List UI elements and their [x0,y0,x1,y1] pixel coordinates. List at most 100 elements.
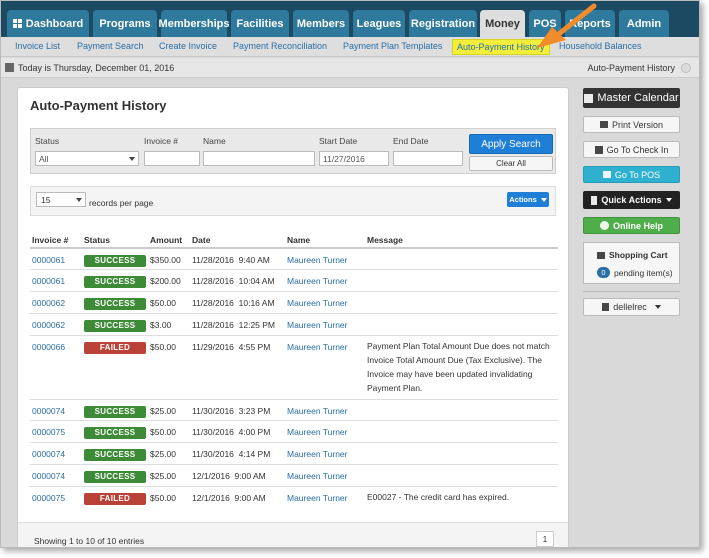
member-link[interactable]: Maureen Turner [287,255,347,265]
collapse-icon[interactable] [681,63,691,73]
go-to-pos-button[interactable]: Go To POS [583,166,680,183]
message-cell: Payment Plan Total Amount Due does not m… [365,334,558,400]
col-name[interactable]: Name [285,232,365,249]
name-input[interactable] [203,151,315,166]
status-select[interactable]: All [35,151,139,166]
member-link[interactable]: Maureen Turner [287,320,347,330]
tab-memberships[interactable]: Memberships [159,10,229,37]
start-date-input[interactable]: 11/27/2016 [319,151,389,166]
invoice-link[interactable]: 0000074 [32,406,65,416]
user-menu-button[interactable]: dellelrec [583,298,680,316]
invoice-link[interactable]: 0000075 [32,427,65,437]
status-cell: SUCCESS [82,398,148,421]
status-badge: SUCCESS [84,298,146,311]
tab-members[interactable]: Members [293,10,349,37]
message-text: Payment Plan Total Amount Due does not m… [367,340,550,393]
tab-leagues[interactable]: Leagues [353,10,405,37]
member-link[interactable]: Maureen Turner [287,471,347,481]
end-date-input[interactable] [393,151,463,166]
invoice-link[interactable]: 0000061 [32,255,65,265]
date-bar: Today is Thursday, December 01, 2016 Aut… [1,58,699,78]
check-in-button[interactable]: Go To Check In [583,141,680,158]
name-cell: Maureen Turner [285,269,365,292]
clear-all-button[interactable]: Clear All [469,156,553,171]
records-per-page-select[interactable]: 15 [36,192,86,207]
quick-actions-button[interactable]: Quick Actions [583,191,680,209]
invoice-link[interactable]: 0000062 [32,298,65,308]
name-cell: Maureen Turner [285,334,365,400]
tab-registration[interactable]: Registration [409,10,477,37]
flame-icon [591,195,598,205]
status-label: Status [35,136,60,146]
subtab-household-balances[interactable]: Household Balances [559,41,642,51]
col-message[interactable]: Message [365,232,558,249]
invoice-link[interactable]: 0000075 [32,493,65,503]
table-row: 0000061 SUCCESS $200.00 11/28/2016 10:04 AM… [30,269,558,292]
member-link[interactable]: Maureen Turner [287,406,347,416]
table-row: 0000075 SUCCESS $50.00 11/30/2016 4:00 PM Ma… [30,420,558,443]
tab-money[interactable]: Money [480,10,525,37]
apply-search-button[interactable]: Apply Search [469,134,553,154]
date-cell: 11/28/2016 10:16 AM [190,291,285,314]
member-link[interactable]: Maureen Turner [287,342,347,352]
shopping-cart-panel[interactable]: Shopping Cart 0 pending item(s) [583,242,680,284]
amount-cell: $50.00 [148,420,190,443]
status-badge: SUCCESS [84,449,146,462]
member-link[interactable]: Maureen Turner [287,449,347,459]
col-date[interactable]: Date [190,232,285,249]
invoice-link[interactable]: 0000074 [32,471,65,481]
table-row: 0000074 SUCCESS $25.00 12/1/2016 9:00 AM Mau… [30,464,558,487]
date-cell: 11/28/2016 9:40 AM [190,247,285,270]
member-link[interactable]: Maureen Turner [287,276,347,286]
page-title: Auto-Payment History [30,98,167,113]
tab-programs[interactable]: Programs [93,10,157,37]
master-calendar-button[interactable]: Master Calendar [583,88,680,108]
message-cell [365,420,558,443]
name-cell: Maureen Turner [285,312,365,336]
actions-button[interactable]: Actions [507,192,549,207]
calendar-icon [5,63,14,72]
status-cell: SUCCESS [82,247,148,270]
tab-facilities[interactable]: Facilities [231,10,289,37]
invoice-link[interactable]: 0000074 [32,449,65,459]
subtab-payment-plan-templates[interactable]: Payment Plan Templates [343,41,442,51]
member-link[interactable]: Maureen Turner [287,298,347,308]
invoice-link[interactable]: 0000062 [32,320,65,330]
subtab-payment-reconciliation[interactable]: Payment Reconciliation [233,41,327,51]
amount-cell: $350.00 [148,247,190,270]
tab-admin[interactable]: Admin [619,10,669,37]
subtab-invoice-list[interactable]: Invoice List [15,41,60,51]
tab-pos[interactable]: POS [529,10,561,37]
invoice-link[interactable]: 0000066 [32,342,65,352]
page-1-button[interactable]: 1 [536,531,554,547]
breadcrumb: Auto-Payment History [587,63,675,73]
name-cell: Maureen Turner [285,420,365,443]
invoice-input[interactable] [144,151,200,166]
amount-cell: $200.00 [148,269,190,292]
print-version-button[interactable]: Print Version [583,116,680,133]
tab-reports[interactable]: Reports [565,10,615,37]
invoice-link[interactable]: 0000061 [32,276,65,286]
message-cell [365,464,558,487]
online-help-button[interactable]: Online Help [583,217,680,234]
tab-dashboard[interactable]: Dashboard [7,10,89,37]
status-cell: SUCCESS [82,312,148,336]
auto-payment-table: Invoice # Status Amount Date Name Messag… [30,232,558,509]
date-cell: 12/1/2016 9:00 AM [190,485,285,509]
name-cell: Maureen Turner [285,398,365,421]
money-subnav: Invoice List Payment Search Create Invoi… [1,37,699,57]
col-invoice[interactable]: Invoice # [30,232,82,249]
subtab-create-invoice[interactable]: Create Invoice [159,41,217,51]
subtab-auto-payment-history[interactable]: Auto-Payment History [452,39,550,55]
member-link[interactable]: Maureen Turner [287,493,347,503]
dashboard-icon [12,19,22,28]
invoice-cell: 0000061 [30,269,82,292]
status-badge: SUCCESS [84,471,146,484]
col-amount[interactable]: Amount [148,232,190,249]
calendar-icon [584,93,594,103]
subtab-payment-search[interactable]: Payment Search [77,41,144,51]
member-link[interactable]: Maureen Turner [287,427,347,437]
cart-pending: pending item(s) [614,267,673,278]
col-status[interactable]: Status [82,232,148,249]
name-label: Name [203,136,226,146]
